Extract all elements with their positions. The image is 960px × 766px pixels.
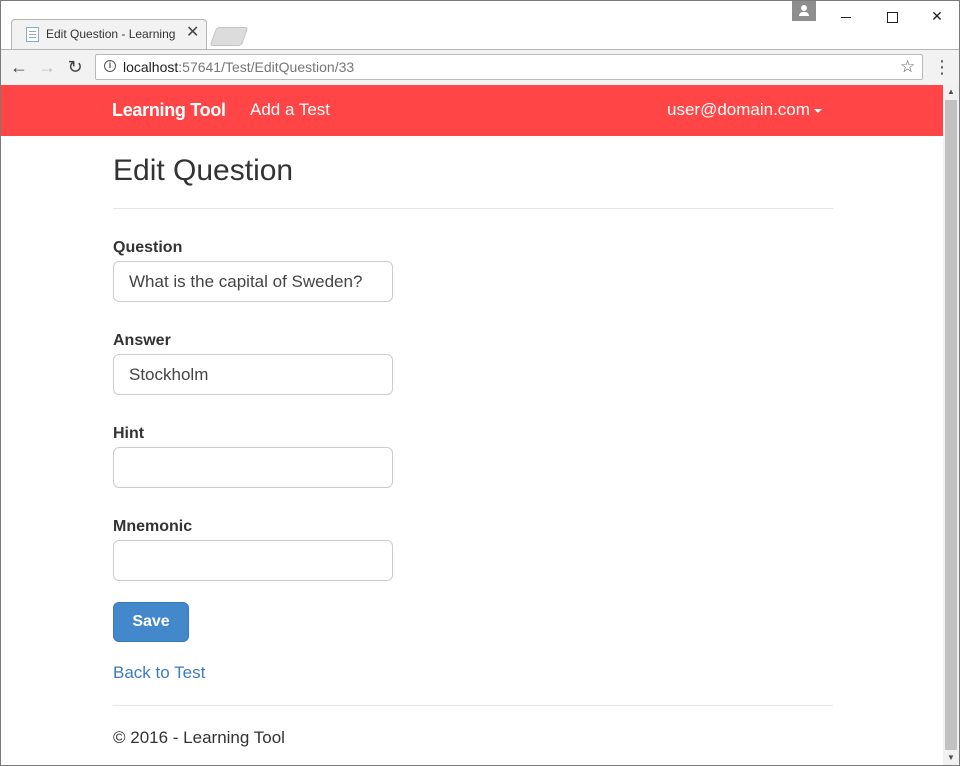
user-email: user@domain.com <box>667 100 810 119</box>
url-text[interactable]: localhost:57641/Test/EditQuestion/33 <box>123 59 354 75</box>
url-host: localhost <box>123 59 179 75</box>
browser-window: Edit Question - Learning ✕ ✕ ← → ↻ i loc… <box>0 0 960 766</box>
divider <box>113 208 833 209</box>
browser-toolbar: ← → ↻ i localhost:57641/Test/EditQuestio… <box>1 49 959 85</box>
question-input[interactable] <box>113 261 393 302</box>
minimize-button[interactable] <box>823 5 869 27</box>
user-dropdown[interactable]: user@domain.com <box>667 100 822 120</box>
new-tab-button[interactable] <box>209 27 249 46</box>
info-icon[interactable]: i <box>104 60 116 72</box>
vertical-scrollbar[interactable]: ▲ ▼ <box>943 85 959 765</box>
forward-arrow-icon[interactable]: → <box>35 56 59 80</box>
address-bar[interactable]: i localhost:57641/Test/EditQuestion/33 ☆ <box>95 54 923 80</box>
back-arrow-icon[interactable]: ← <box>7 56 31 80</box>
close-icon: ✕ <box>931 8 943 24</box>
caret-down-icon <box>813 108 822 113</box>
browser-tab[interactable]: Edit Question - Learning ✕ <box>11 19 207 49</box>
maximize-button[interactable] <box>869 5 915 27</box>
tab-close-icon[interactable]: ✕ <box>186 25 199 41</box>
maximize-icon <box>886 11 898 23</box>
scroll-up-arrow-icon[interactable]: ▲ <box>943 85 959 99</box>
mnemonic-label: Mnemonic <box>113 518 193 535</box>
mnemonic-input[interactable] <box>113 540 393 581</box>
close-window-button[interactable]: ✕ <box>914 5 959 27</box>
tab-strip: Edit Question - Learning ✕ ✕ <box>1 1 959 49</box>
nav-add-test-link[interactable]: Add a Test <box>250 100 330 120</box>
footer-text: © 2016 - Learning Tool <box>113 728 285 747</box>
answer-label: Answer <box>113 332 171 349</box>
minimize-icon <box>841 16 851 18</box>
scroll-thumb[interactable] <box>945 100 957 750</box>
profile-icon[interactable] <box>792 1 816 21</box>
hint-label: Hint <box>113 425 145 442</box>
page-title: Edit Question <box>113 154 294 187</box>
save-button[interactable]: Save <box>113 602 189 642</box>
back-to-test-link[interactable]: Back to Test <box>113 663 205 683</box>
question-label: Question <box>113 239 183 256</box>
hint-input[interactable] <box>113 447 393 488</box>
tab-title: Edit Question - Learning <box>46 27 176 41</box>
browser-menu-icon[interactable]: ⋮ <box>933 56 951 80</box>
url-path: :57641/Test/EditQuestion/33 <box>178 59 355 75</box>
site-navbar: Learning Tool Add a Test user@domain.com <box>1 85 943 136</box>
page-viewport: Learning Tool Add a Test user@domain.com… <box>1 85 943 765</box>
scroll-down-arrow-icon[interactable]: ▼ <box>943 751 959 765</box>
page-favicon-icon <box>26 27 39 42</box>
reload-icon[interactable]: ↻ <box>63 56 87 80</box>
brand-link[interactable]: Learning Tool <box>112 100 226 121</box>
bookmark-star-icon[interactable]: ☆ <box>900 57 915 77</box>
footer-divider <box>113 705 833 706</box>
answer-input[interactable] <box>113 354 393 395</box>
